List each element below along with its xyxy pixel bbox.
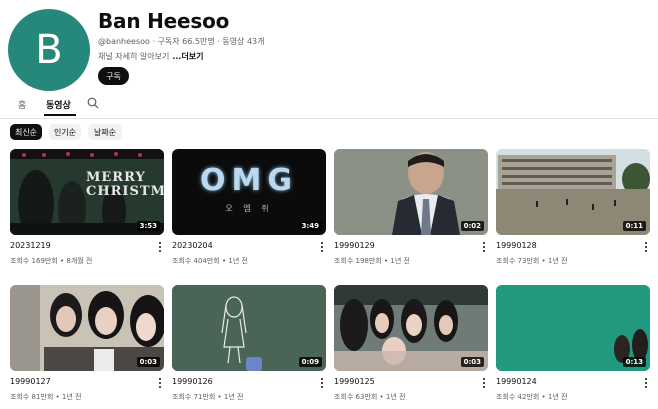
duration-badge: 3:49 [298,221,322,231]
duration-badge: 0:11 [622,221,646,231]
thumbnail-subcaption: 오 엠 쥐 [225,204,273,213]
more-actions-icon[interactable] [642,241,650,253]
video-title[interactable]: 20230204 [172,241,213,250]
video-thumbnail[interactable]: MERRY CHRISTMAS 3:53 [10,149,164,235]
video-thumbnail[interactable]: 0:09 [172,285,326,371]
video-card[interactable]: 0:13 19990124 조회수 42만회 • 1년 전 [496,285,650,401]
channel-name: Ban Heesoo [98,9,230,33]
video-thumbnail[interactable]: 0:13 [496,285,650,371]
subscribe-button[interactable]: 구독 [98,67,129,85]
video-thumbnail[interactable]: 0:02 [334,149,488,235]
duration-badge: 0:03 [136,357,160,367]
thumbnail-caption: OMG [200,163,298,198]
video-meta: 조회수 42만회 • 1년 전 [496,393,568,401]
channel-tabs: 홈 동영상 [0,94,658,119]
video-meta: 조회수 169만회 • 8개월 전 [10,257,93,265]
duration-badge: 0:09 [298,357,322,367]
chip-latest[interactable]: 최신순 [10,124,42,140]
avatar-letter: B [35,27,63,73]
more-actions-icon[interactable] [156,377,164,389]
thumbnail-caption: MERRY CHRISTMAS [86,170,164,199]
more-actions-icon[interactable] [318,241,326,253]
video-thumbnail[interactable]: 0:11 [496,149,650,235]
video-meta: 조회수 404만회 • 1년 전 [172,257,248,265]
video-title[interactable]: 19990129 [334,241,375,250]
more-link[interactable]: ...더보기 [172,52,203,61]
video-card[interactable]: MERRY CHRISTMAS 3:53 20231219 조회수 169만회 … [10,149,164,265]
channel-description-text: 채널 자세히 알아보기 [98,52,170,61]
channel-avatar[interactable]: B [8,9,90,91]
video-card[interactable]: 0:02 19990129 조회수 198만회 • 1년 전 [334,149,488,265]
video-card[interactable]: 0:03 19990125 조회수 63만회 • 1년 전 [334,285,488,401]
video-card[interactable]: 0:09 19990126 조회수 71만회 • 1년 전 [172,285,326,401]
video-thumbnail[interactable]: 0:03 [10,285,164,371]
active-tab-indicator [44,114,76,116]
duration-badge: 3:53 [136,221,160,231]
chip-popular[interactable]: 인기순 [49,124,81,140]
duration-badge: 0:02 [460,221,484,231]
video-title[interactable]: 19990128 [496,241,537,250]
tab-home[interactable]: 홈 [18,98,26,111]
video-thumbnail[interactable]: 0:03 [334,285,488,371]
video-card[interactable]: 0:03 19990127 조회수 81만회 • 1년 전 [10,285,164,401]
tab-videos[interactable]: 동영상 [46,98,71,111]
video-title[interactable]: 19990125 [334,377,375,386]
video-card[interactable]: 0:11 19990128 조회수 73만회 • 1년 전 [496,149,650,265]
video-meta: 조회수 81만회 • 1년 전 [10,393,82,401]
video-title[interactable]: 20231219 [10,241,51,250]
channel-description[interactable]: 채널 자세히 알아보기 ...더보기 [98,51,204,62]
video-meta: 조회수 63만회 • 1년 전 [334,393,406,401]
video-meta: 조회수 198만회 • 1년 전 [334,257,410,265]
video-title[interactable]: 19990124 [496,377,537,386]
search-icon[interactable] [87,97,99,109]
video-thumbnail[interactable]: OMG 오 엠 쥐 3:49 [172,149,326,235]
duration-badge: 0:13 [622,357,646,367]
more-actions-icon[interactable] [642,377,650,389]
video-meta: 조회수 73만회 • 1년 전 [496,257,568,265]
video-card[interactable]: OMG 오 엠 쥐 3:49 20230204 조회수 404만회 • 1년 전 [172,149,326,265]
video-title[interactable]: 19990126 [172,377,213,386]
video-title[interactable]: 19990127 [10,377,51,386]
channel-meta: @banheesoo · 구독자 66.5만명 · 동영상 43개 [98,37,265,46]
chip-oldest[interactable]: 날짜순 [88,124,122,140]
duration-badge: 0:03 [460,357,484,367]
more-actions-icon[interactable] [156,241,164,253]
more-actions-icon[interactable] [318,377,326,389]
video-meta: 조회수 71만회 • 1년 전 [172,393,244,401]
more-actions-icon[interactable] [480,241,488,253]
more-actions-icon[interactable] [480,377,488,389]
